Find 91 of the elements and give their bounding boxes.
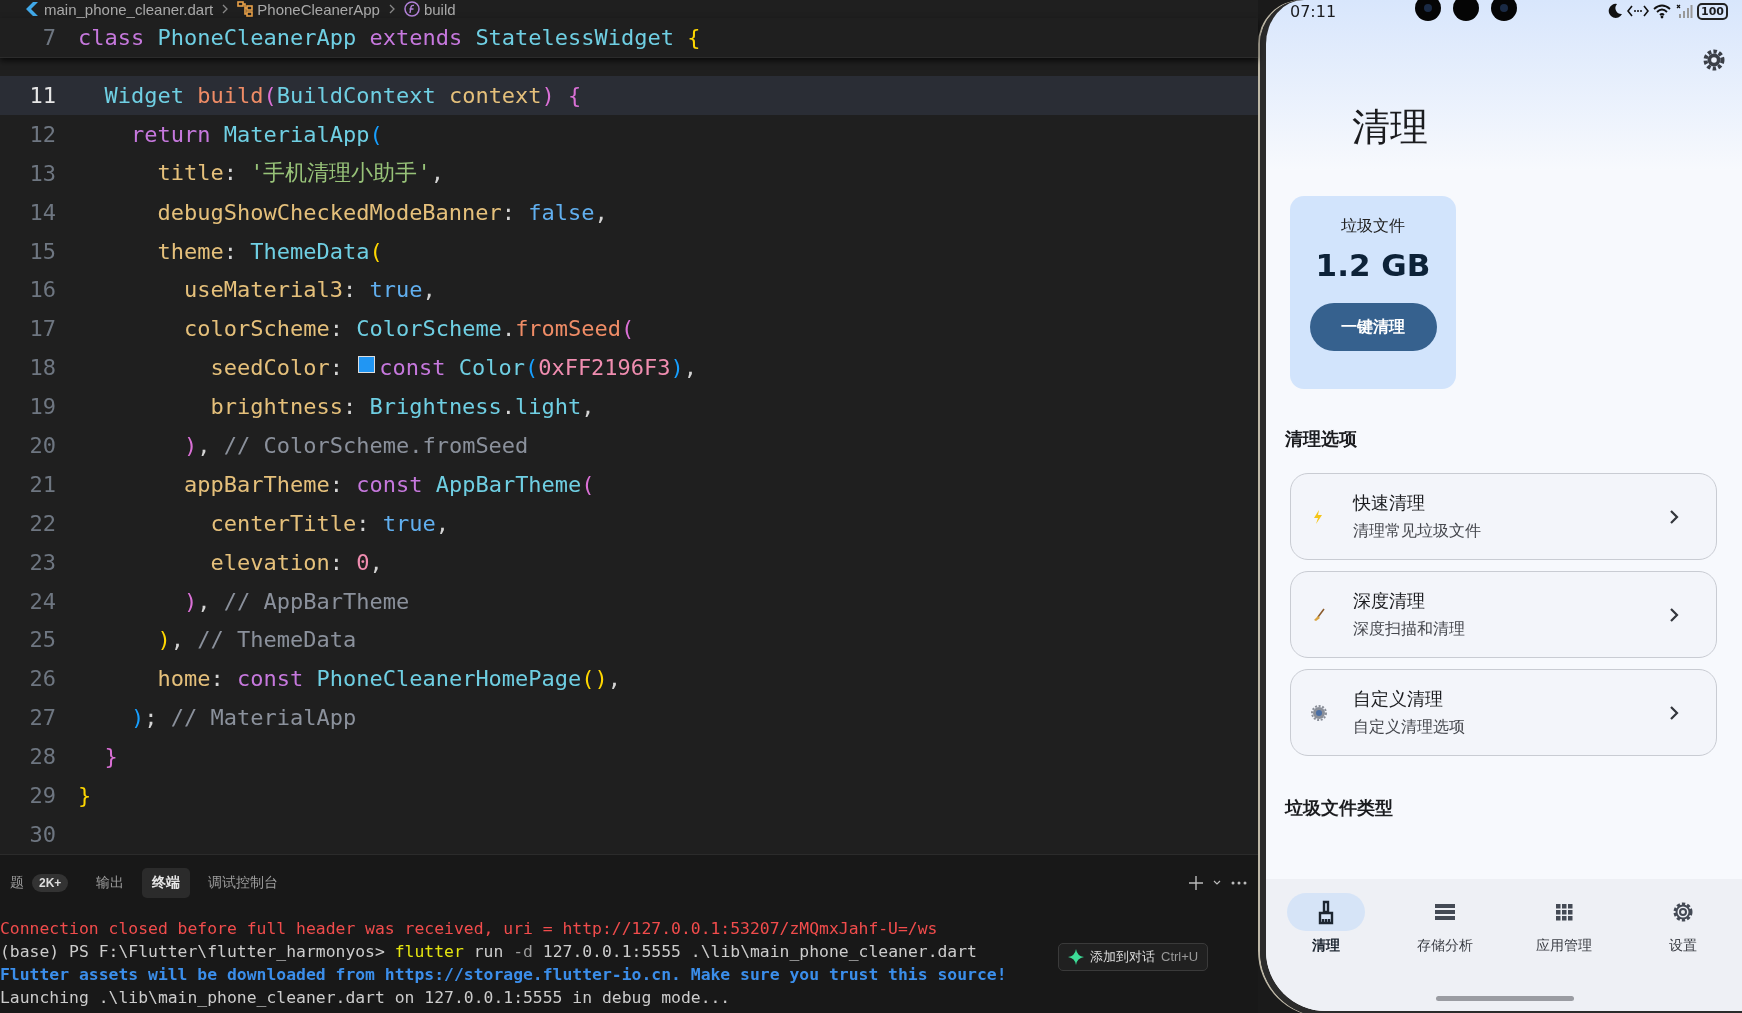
line-number: 11 [28, 82, 57, 108]
gear-icon [1311, 704, 1327, 721]
battery-indicator: 100 [1697, 2, 1728, 20]
camera-icon [1452, 0, 1481, 22]
section-heading: 清理选项 [1284, 427, 1358, 451]
line-number: 29 [28, 782, 57, 808]
line-number: 13 [28, 160, 57, 186]
summary-value: 1.2 GB [1315, 247, 1431, 283]
option-title: 深度清理 [1353, 589, 1426, 613]
terminal-line: Connection closed before full header was received, uri = http://127.0.0.1:53207/zMQmxJahf-U=/ws [0, 917, 938, 940]
moon-icon [1607, 3, 1624, 19]
sparkle-icon [1068, 948, 1084, 965]
nav-item[interactable]: 设置 [1623, 893, 1742, 1011]
code-line: ), // ColorScheme.fromSeed [182, 432, 529, 458]
nav-item[interactable]: 清理 [1266, 893, 1385, 1011]
page-title: 清理 [1351, 104, 1429, 151]
code-icon [1627, 3, 1650, 19]
option-card[interactable]: 深度清理 深度扫描和清理 [1290, 571, 1717, 658]
code-line: class PhoneCleanerApp extends StatelessWidget { [78, 25, 701, 50]
status-time: 07:11 [1290, 1, 1337, 21]
nav-item[interactable]: 存储分析 [1385, 893, 1504, 1011]
option-subtitle: 清理常见垃圾文件 [1353, 521, 1482, 542]
option-subtitle: 深度扫描和清理 [1353, 619, 1466, 640]
code-line: Widget build(BuildContext context) { [103, 82, 582, 108]
code-line: seedColor: const Color(0xFF2196F3), [209, 355, 698, 381]
code-line: home: const PhoneCleanerHomePage(), [156, 666, 622, 692]
option-card[interactable]: 自定义清理 自定义清理选项 [1290, 669, 1717, 756]
panel-tab[interactable]: 终端 [142, 867, 191, 898]
method-icon [403, 0, 420, 18]
line-number: 19 [28, 394, 57, 420]
line-number: 26 [28, 666, 57, 692]
line-number: 24 [28, 588, 57, 614]
line-number: 20 [28, 432, 57, 458]
clean-button[interactable]: 一键清理 [1309, 303, 1437, 351]
breadcrumb-item[interactable]: PhoneCleanerApp [257, 0, 380, 18]
chevron-right-icon [1668, 606, 1680, 623]
line-number: 22 [28, 510, 57, 536]
line-number: 28 [28, 744, 57, 770]
nav-item[interactable]: 应用管理 [1504, 893, 1623, 1011]
code-line: debugShowCheckedModeBanner: false, [156, 199, 608, 225]
settings-icon[interactable] [1702, 48, 1726, 72]
breadcrumb-item[interactable]: build [423, 0, 456, 18]
chevron-right-icon [1668, 704, 1680, 721]
option-subtitle: 自定义清理选项 [1353, 717, 1466, 738]
code-line: return MaterialApp( [129, 121, 383, 147]
add-to-chat-button[interactable]: 添加到对话 Ctrl+U [1058, 942, 1209, 971]
line-number: 14 [28, 199, 57, 225]
section-heading: 垃圾文件类型 [1283, 796, 1394, 820]
line-number: 27 [28, 705, 57, 731]
panel-tab[interactable]: 输出 [86, 867, 135, 898]
code-line: theme: ThemeData( [156, 238, 383, 264]
more-icon[interactable] [1230, 879, 1248, 886]
line-number: 7 [41, 25, 57, 50]
plus-icon[interactable] [1188, 874, 1204, 891]
panel-tab[interactable]: 调试控制台 [198, 867, 289, 898]
code-line: brightness: Brightness.light, [209, 394, 595, 420]
line-number: 25 [28, 627, 57, 653]
line-number: 21 [28, 471, 57, 497]
terminal-line: Flutter assets will be downloaded from https://storage.flutter-io.cn. Make sure you trust this source! [0, 963, 1007, 986]
breadcrumb-item[interactable]: main_phone_cleaner.dart [44, 0, 214, 18]
camera-icon [1490, 0, 1519, 22]
code-line: ); // MaterialApp [129, 705, 357, 731]
line-number: 16 [28, 277, 57, 303]
wifi-icon [1653, 3, 1672, 19]
code-line: ), // ThemeData [156, 627, 357, 653]
count-badge: 2K+ [32, 873, 69, 892]
code-line: colorScheme: ColorScheme.fromSeed( [182, 316, 635, 342]
code-line: title: '手机清理小助手', [156, 159, 444, 188]
camera-icon [1414, 0, 1443, 22]
code-line: elevation: 0, [209, 549, 383, 575]
line-number: 18 [28, 355, 57, 381]
summary-label: 垃圾文件 [1341, 216, 1405, 237]
line-number: 15 [28, 238, 57, 264]
line-number: 23 [28, 549, 57, 575]
line-number: 12 [28, 121, 57, 147]
code-line: appBarTheme: const AppBarTheme( [182, 471, 595, 497]
line-number: 17 [28, 316, 57, 342]
code-line: useMaterial3: true, [182, 277, 436, 303]
terminal-line: Launching .\lib\main_phone_cleaner.dart on 127.0.0.1:5555 in debug mode... [0, 986, 731, 1009]
code-line: } [78, 782, 92, 808]
option-card[interactable]: 快速清理 清理常见垃圾文件 [1290, 473, 1717, 560]
code-line: centerTitle: true, [209, 510, 449, 536]
chevron-right-icon [1668, 508, 1680, 525]
line-number: 30 [28, 821, 57, 847]
panel-tab[interactable]: 题 2K+ [0, 867, 79, 898]
option-title: 快速清理 [1353, 491, 1426, 515]
option-title: 自定义清理 [1353, 687, 1444, 711]
signal-icon [1675, 3, 1694, 19]
terminal-line: (base) PS F:\Flutter\flutter_harmonyos> flutter run -d 127.0.0.1:5555 .\lib\main_phone_cleaner.dart [0, 940, 977, 963]
code-line: ), // AppBarTheme [182, 588, 410, 614]
code-line: } [103, 744, 118, 770]
